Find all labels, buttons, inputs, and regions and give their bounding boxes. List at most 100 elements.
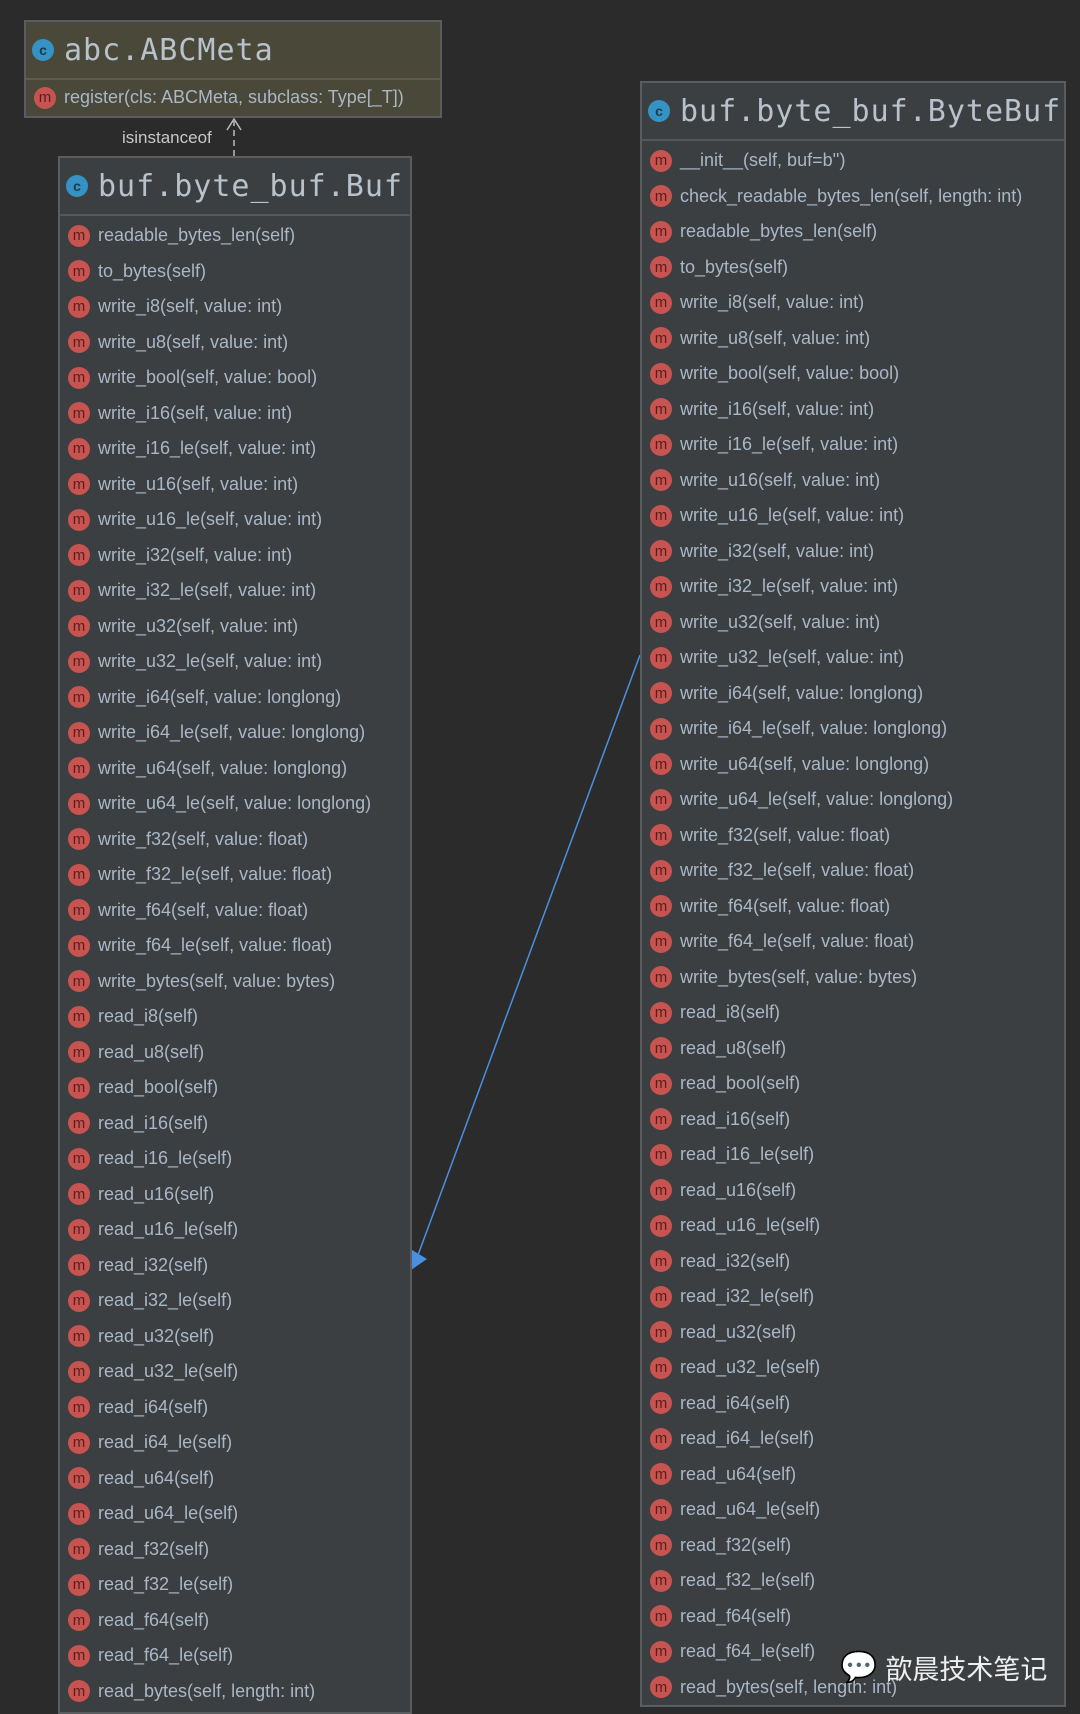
method-row[interactable]: m read_i64_le(self)	[60, 1425, 410, 1461]
method-row[interactable]: m write_u32(self, value: int)	[60, 609, 410, 645]
method-row[interactable]: m write_u32_le(self, value: int)	[642, 640, 1064, 676]
method-row[interactable]: m readable_bytes_len(self)	[60, 218, 410, 254]
method-icon: m	[650, 1285, 672, 1308]
method-row[interactable]: m write_i16(self, value: int)	[60, 396, 410, 432]
method-row[interactable]: m read_u32_le(self)	[642, 1350, 1064, 1386]
method-row[interactable]: m write_u16_le(self, value: int)	[642, 498, 1064, 534]
method-row[interactable]: m write_i8(self, value: int)	[60, 289, 410, 325]
method-row[interactable]: m write_i32(self, value: int)	[60, 538, 410, 574]
method-row[interactable]: m write_i16_le(self, value: int)	[60, 431, 410, 467]
method-icon: m	[650, 1427, 672, 1450]
class-icon: c	[32, 39, 54, 61]
method-row[interactable]: m write_f64(self, value: float)	[642, 889, 1064, 925]
method-signature: read_u64_le(self)	[98, 1503, 239, 1524]
method-row[interactable]: m write_i32_le(self, value: int)	[642, 569, 1064, 605]
method-row[interactable]: m read_u8(self)	[642, 1031, 1064, 1067]
method-row[interactable]: m read_i32_le(self)	[642, 1279, 1064, 1315]
method-row[interactable]: m read_i64(self)	[642, 1386, 1064, 1422]
method-row[interactable]: m read_i32(self)	[642, 1244, 1064, 1280]
method-row[interactable]: m write_f32_le(self, value: float)	[60, 857, 410, 893]
method-row[interactable]: m read_f32(self)	[60, 1532, 410, 1568]
class-buf[interactable]: c buf.byte_buf.Buf m readable_bytes_len(se…	[58, 156, 412, 1714]
method-row[interactable]: m read_u32(self)	[60, 1319, 410, 1355]
method-row[interactable]: m read_u16(self)	[642, 1173, 1064, 1209]
method-row[interactable]: m write_i16(self, value: int)	[642, 392, 1064, 428]
method-icon: m	[34, 86, 56, 109]
method-row[interactable]: m read_u16_le(self)	[642, 1208, 1064, 1244]
method-row[interactable]: m to_bytes(self)	[60, 254, 410, 290]
method-row[interactable]: m write_i32_le(self, value: int)	[60, 573, 410, 609]
method-icon: m	[68, 792, 90, 815]
method-row[interactable]: m register(cls: ABCMeta, subclass: Type[_…	[26, 80, 440, 116]
method-row[interactable]: m read_i8(self)	[60, 999, 410, 1035]
method-row[interactable]: m read_u8(self)	[60, 1035, 410, 1071]
method-row[interactable]: m write_f32(self, value: float)	[642, 818, 1064, 854]
method-row[interactable]: m read_f32_le(self)	[642, 1563, 1064, 1599]
method-row[interactable]: m write_bool(self, value: bool)	[642, 356, 1064, 392]
method-signature: write_i32_le(self, value: int)	[98, 580, 317, 601]
method-row[interactable]: m read_i16_le(self)	[642, 1137, 1064, 1173]
method-row[interactable]: m write_u64_le(self, value: longlong)	[642, 782, 1064, 818]
method-row[interactable]: m read_i32_le(self)	[60, 1283, 410, 1319]
method-row[interactable]: m read_i16_le(self)	[60, 1141, 410, 1177]
method-row[interactable]: m read_u64(self)	[60, 1461, 410, 1497]
method-row[interactable]: m read_i64_le(self)	[642, 1421, 1064, 1457]
method-row[interactable]: m write_u8(self, value: int)	[60, 325, 410, 361]
class-header: c abc.ABCMeta	[26, 22, 440, 80]
method-row[interactable]: m read_bool(self)	[642, 1066, 1064, 1102]
method-row[interactable]: m write_f64_le(self, value: float)	[60, 928, 410, 964]
method-row[interactable]: m read_i64(self)	[60, 1390, 410, 1426]
method-row[interactable]: m write_i8(self, value: int)	[642, 285, 1064, 321]
method-row[interactable]: m write_bool(self, value: bool)	[60, 360, 410, 396]
method-row[interactable]: m write_u8(self, value: int)	[642, 321, 1064, 357]
method-row[interactable]: m read_f32(self)	[642, 1528, 1064, 1564]
method-row[interactable]: m write_bytes(self, value: bytes)	[60, 964, 410, 1000]
method-row[interactable]: m write_u16(self, value: int)	[642, 463, 1064, 499]
method-icon: m	[650, 1676, 672, 1699]
method-row[interactable]: m write_i16_le(self, value: int)	[642, 427, 1064, 463]
method-row[interactable]: m read_i16(self)	[642, 1102, 1064, 1138]
method-row[interactable]: m write_u64_le(self, value: longlong)	[60, 786, 410, 822]
method-icon: m	[650, 1214, 672, 1237]
method-row[interactable]: m read_u64(self)	[642, 1457, 1064, 1493]
method-row[interactable]: m read_u64_le(self)	[60, 1496, 410, 1532]
method-row[interactable]: m write_i64(self, value: longlong)	[642, 676, 1064, 712]
method-row[interactable]: m write_f32_le(self, value: float)	[642, 853, 1064, 889]
method-row[interactable]: m read_f64(self)	[642, 1599, 1064, 1635]
method-row[interactable]: m readable_bytes_len(self)	[642, 214, 1064, 250]
class-abcmeta[interactable]: c abc.ABCMeta m register(cls: ABCMeta, sub…	[24, 20, 442, 118]
method-signature: write_f32(self, value: float)	[98, 828, 309, 849]
method-row[interactable]: m read_u32_le(self)	[60, 1354, 410, 1390]
method-row[interactable]: m read_i16(self)	[60, 1106, 410, 1142]
method-row[interactable]: m write_u32_le(self, value: int)	[60, 644, 410, 680]
method-row[interactable]: m write_i64_le(self, value: longlong)	[642, 711, 1064, 747]
method-row[interactable]: m to_bytes(self)	[642, 250, 1064, 286]
method-row[interactable]: m read_u64_le(self)	[642, 1492, 1064, 1528]
method-row[interactable]: m read_i32(self)	[60, 1248, 410, 1284]
method-row[interactable]: m read_f64_le(self)	[60, 1638, 410, 1674]
method-row[interactable]: m write_u16(self, value: int)	[60, 467, 410, 503]
method-row[interactable]: m read_u16(self)	[60, 1177, 410, 1213]
class-bytebuf[interactable]: c buf.byte_buf.ByteBuf m __init__(self, bu…	[640, 81, 1066, 1707]
method-row[interactable]: m check_readable_bytes_len(self, length: …	[642, 179, 1064, 215]
method-row[interactable]: m write_u16_le(self, value: int)	[60, 502, 410, 538]
method-row[interactable]: m read_f32_le(self)	[60, 1567, 410, 1603]
method-row[interactable]: m write_f64_le(self, value: float)	[642, 924, 1064, 960]
method-row[interactable]: m write_f32(self, value: float)	[60, 822, 410, 858]
method-row[interactable]: m read_bool(self)	[60, 1070, 410, 1106]
method-row[interactable]: m write_f64(self, value: float)	[60, 893, 410, 929]
method-row[interactable]: m write_u64(self, value: longlong)	[642, 747, 1064, 783]
method-row[interactable]: m __init__(self, buf=b'')	[642, 143, 1064, 179]
method-row[interactable]: m write_bytes(self, value: bytes)	[642, 960, 1064, 996]
method-row[interactable]: m write_u32(self, value: int)	[642, 605, 1064, 641]
method-row[interactable]: m write_u64(self, value: longlong)	[60, 751, 410, 787]
method-row[interactable]: m write_i64(self, value: longlong)	[60, 680, 410, 716]
method-row[interactable]: m read_u32(self)	[642, 1315, 1064, 1351]
method-row[interactable]: m write_i32(self, value: int)	[642, 534, 1064, 570]
method-row[interactable]: m write_i64_le(self, value: longlong)	[60, 715, 410, 751]
method-row[interactable]: m read_u16_le(self)	[60, 1212, 410, 1248]
method-row[interactable]: m read_i8(self)	[642, 995, 1064, 1031]
method-icon: m	[68, 1538, 90, 1561]
method-row[interactable]: m read_f64(self)	[60, 1603, 410, 1639]
method-row[interactable]: m read_bytes(self, length: int)	[60, 1674, 410, 1710]
